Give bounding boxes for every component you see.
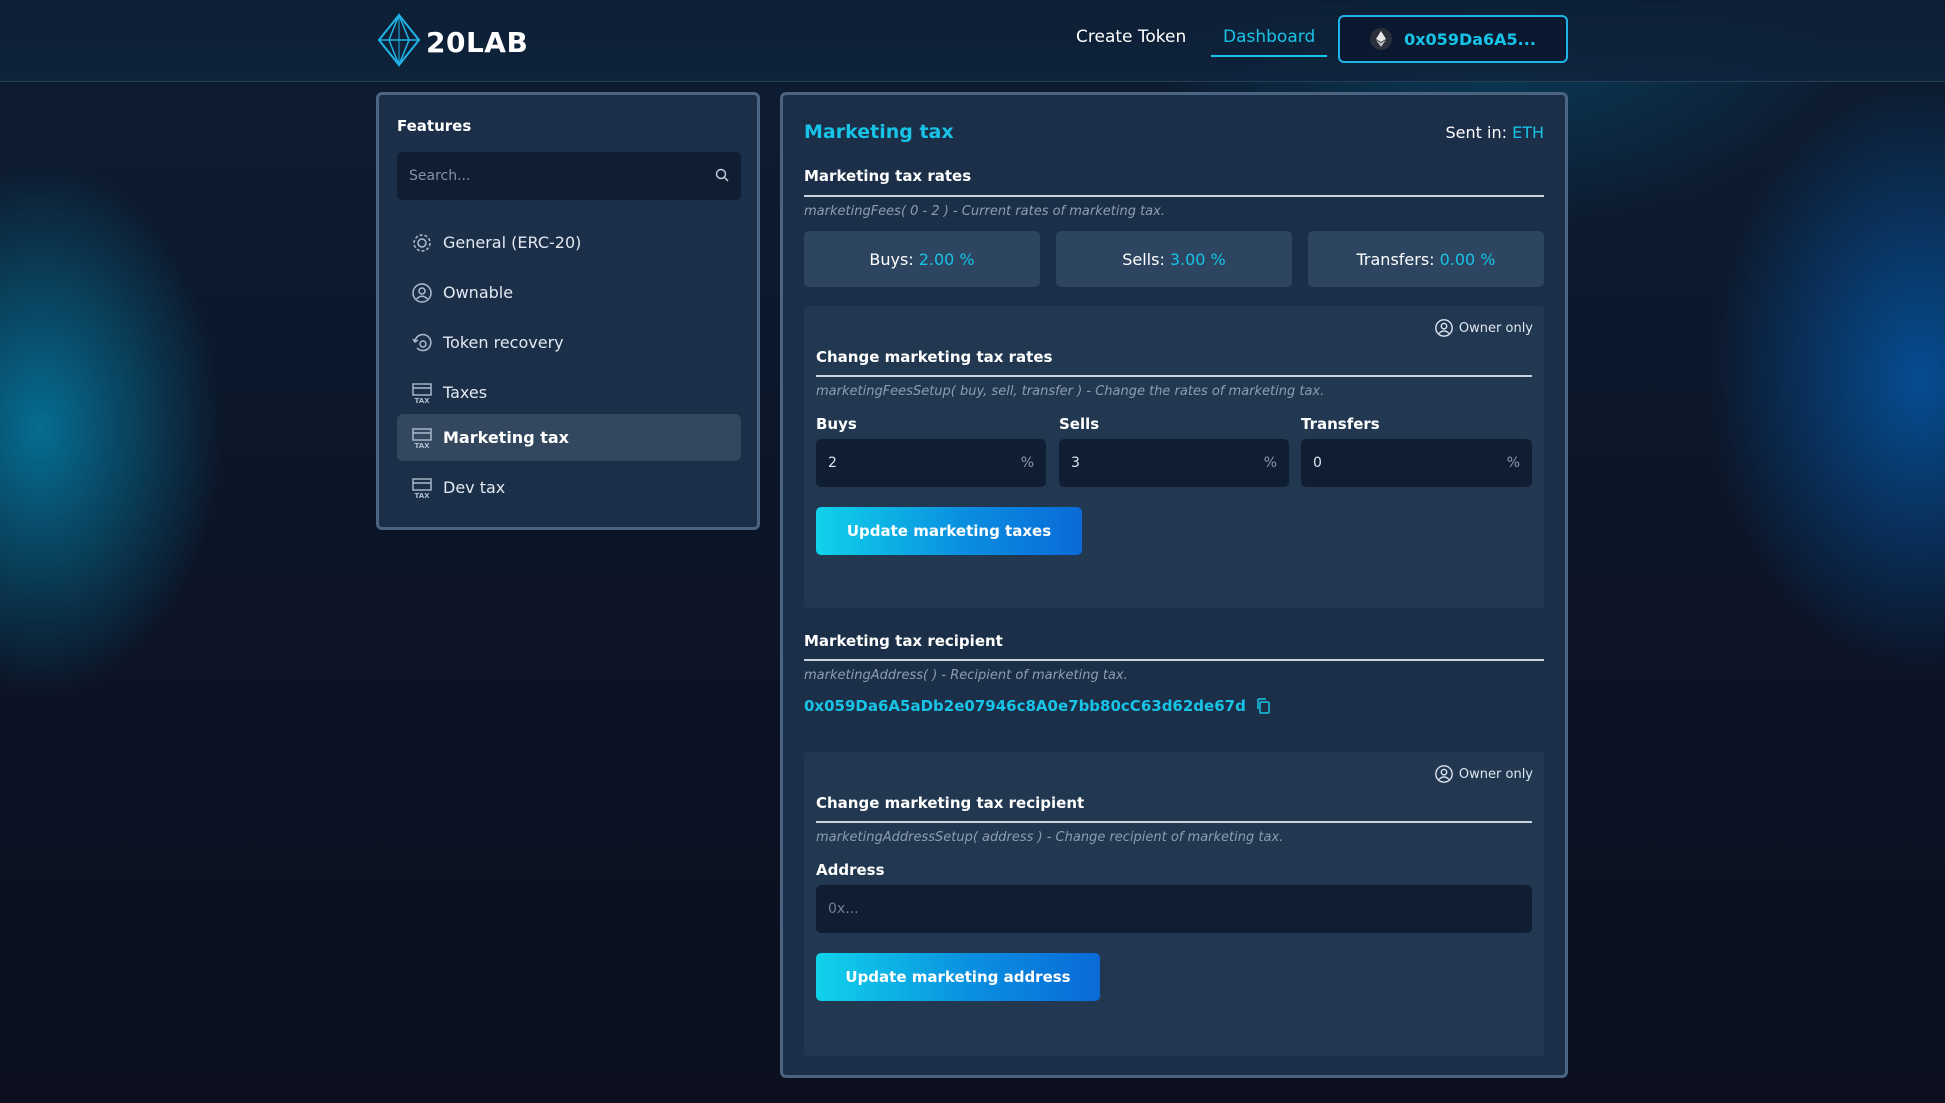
divider xyxy=(816,821,1532,823)
sent-in-label: Sent in: xyxy=(1445,123,1507,142)
buys-field-label: Buys xyxy=(816,415,857,433)
change-rates-panel: Owner only Change marketing tax rates ma… xyxy=(804,306,1544,608)
user-circle-icon xyxy=(1434,764,1454,784)
buys-input[interactable] xyxy=(828,455,1021,471)
wallet-address: 0x059Da6A5... xyxy=(1404,29,1536,49)
sells-rate-label: Sells: xyxy=(1122,249,1165,269)
features-sidebar: Features General (ERC-20) Ownable Token … xyxy=(376,92,760,530)
transfers-field-label: Transfers xyxy=(1301,415,1380,433)
recipient-address[interactable]: 0x059Da6A5aDb2e07946c8A0e7bb80cC63d62de6… xyxy=(804,697,1246,715)
address-input[interactable] xyxy=(828,901,1520,917)
percent-unit: % xyxy=(1506,455,1520,471)
sidebar-item-ownable[interactable]: Ownable xyxy=(397,269,741,316)
sidebar-item-label: Ownable xyxy=(443,283,514,302)
wallet-button[interactable]: 0x059Da6A5... xyxy=(1338,15,1568,63)
sidebar-item-label: Taxes xyxy=(443,383,488,402)
address-field-label: Address xyxy=(816,861,885,879)
update-marketing-address-button[interactable]: Update marketing address xyxy=(816,953,1100,1001)
sells-rate-value: 3.00 % xyxy=(1169,249,1226,269)
sidebar-item-token-recovery[interactable]: Token recovery xyxy=(397,319,741,366)
recipient-title: Marketing tax recipient xyxy=(804,632,1003,650)
sent-in-value: ETH xyxy=(1512,123,1544,142)
owner-only-badge: Owner only xyxy=(1434,318,1533,338)
sidebar-item-taxes[interactable]: TAX Taxes xyxy=(397,369,741,416)
transfers-input-box: % xyxy=(1301,439,1532,487)
change-rates-title: Change marketing tax rates xyxy=(816,348,1053,366)
owner-only-badge: Owner only xyxy=(1434,764,1533,784)
sells-field-label: Sells xyxy=(1059,415,1100,433)
search-box xyxy=(397,152,741,200)
search-input[interactable] xyxy=(409,168,715,184)
transfers-rate: Transfers: 0.00 % xyxy=(1308,231,1544,287)
tax-icon: TAX xyxy=(411,427,433,449)
divider xyxy=(816,375,1532,377)
sidebar-item-label: Token recovery xyxy=(443,333,564,352)
recipient-row: 0x059Da6A5aDb2e07946c8A0e7bb80cC63d62de6… xyxy=(804,697,1270,715)
percent-unit: % xyxy=(1020,455,1034,471)
user-circle-icon xyxy=(411,282,433,304)
sidebar-title: Features xyxy=(397,117,472,135)
buys-rate-label: Buys: xyxy=(869,249,914,269)
rates-description: marketingFees( 0 - 2 ) - Current rates o… xyxy=(804,204,1165,219)
change-recipient-panel: Owner only Change marketing tax recipien… xyxy=(804,752,1544,1056)
change-rates-description: marketingFeesSetup( buy, sell, transfer … xyxy=(816,384,1325,399)
buys-rate: Buys: 2.00 % xyxy=(804,231,1040,287)
owner-only-label: Owner only xyxy=(1458,320,1533,336)
change-recipient-title: Change marketing tax recipient xyxy=(816,794,1085,812)
ethereum-icon xyxy=(1370,28,1393,50)
gear-icon xyxy=(411,232,433,254)
sent-in: Sent in: ETH xyxy=(1446,123,1545,142)
transfers-rate-label: Transfers: xyxy=(1356,249,1435,269)
page-title: Marketing tax xyxy=(804,121,954,143)
sells-rate: Sells: 3.00 % xyxy=(1056,231,1292,287)
nav-create-token[interactable]: Create Token xyxy=(1076,27,1186,47)
buys-input-box: % xyxy=(816,439,1046,487)
search-icon[interactable] xyxy=(715,167,729,186)
user-circle-icon xyxy=(1434,318,1454,338)
top-header: 20LAB Create Token Dashboard 0x059Da6A5.… xyxy=(0,0,1945,82)
svg-text:TAX: TAX xyxy=(414,397,430,404)
logo-icon xyxy=(376,12,422,71)
percent-unit: % xyxy=(1263,455,1277,471)
sells-input-box: % xyxy=(1059,439,1289,487)
divider xyxy=(804,659,1544,661)
svg-text:TAX: TAX xyxy=(414,442,430,449)
tax-icon: TAX xyxy=(411,382,433,404)
divider xyxy=(804,195,1544,197)
nav-dashboard[interactable]: Dashboard xyxy=(1211,27,1328,57)
update-marketing-taxes-button[interactable]: Update marketing taxes xyxy=(816,507,1082,555)
logo[interactable]: 20LAB xyxy=(376,12,529,71)
logo-text: 20LAB xyxy=(426,25,529,59)
transfers-rate-value: 0.00 % xyxy=(1439,249,1496,269)
sidebar-item-label: Marketing tax xyxy=(443,428,569,447)
tax-icon: TAX xyxy=(411,477,433,499)
copy-icon[interactable] xyxy=(1256,698,1270,714)
sells-input[interactable] xyxy=(1071,455,1264,471)
sidebar-item-general[interactable]: General (ERC-20) xyxy=(397,219,741,266)
owner-only-label: Owner only xyxy=(1458,766,1533,782)
main-panel: Marketing tax Sent in: ETH Marketing tax… xyxy=(780,92,1568,1078)
change-recipient-description: marketingAddressSetup( address ) - Chang… xyxy=(816,830,1284,845)
sidebar-item-label: Dev tax xyxy=(443,478,506,497)
sidebar-item-dev-tax[interactable]: TAX Dev tax xyxy=(397,464,741,511)
address-input-box xyxy=(816,885,1532,933)
sidebar-item-label: General (ERC-20) xyxy=(443,233,582,252)
sidebar-item-marketing-tax[interactable]: TAX Marketing tax xyxy=(397,414,741,461)
rates-title: Marketing tax rates xyxy=(804,167,972,185)
recipient-description: marketingAddress( ) - Recipient of marke… xyxy=(804,668,1128,683)
transfers-input[interactable] xyxy=(1313,455,1507,471)
svg-text:TAX: TAX xyxy=(414,492,430,499)
buys-rate-value: 2.00 % xyxy=(918,249,975,269)
recovery-icon xyxy=(411,332,433,354)
